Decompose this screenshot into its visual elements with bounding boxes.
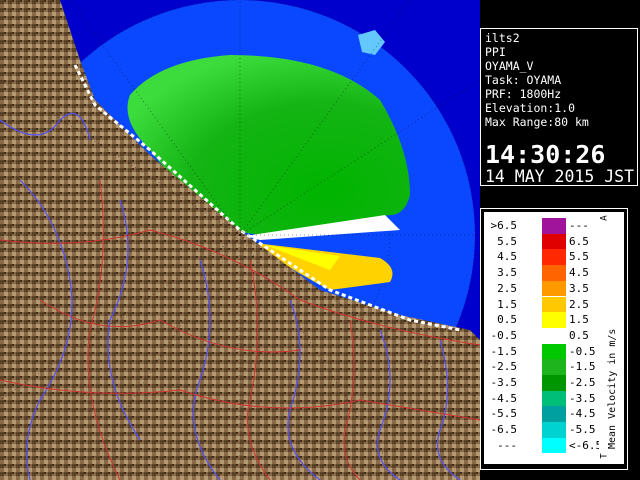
radar-info-panel: ilts2 PPI OYAMA_V Task: OYAMA PRF: 1800H… bbox=[480, 28, 638, 186]
legend-lower-bound: -4.5 bbox=[490, 391, 518, 405]
legend-row: >6.5 --- bbox=[484, 218, 599, 234]
legend-lower-bound: 2.5 bbox=[497, 281, 517, 295]
legend-lower-bound: >6.5 bbox=[490, 219, 518, 232]
legend-row: -5.5 -4.5 bbox=[484, 406, 599, 423]
legend-color-swatch bbox=[542, 312, 566, 328]
legend-upper-bound: <-6.5 bbox=[569, 438, 603, 452]
legend-upper-bound: -1.5 bbox=[569, 360, 596, 374]
info-prf: PRF: 1800Hz bbox=[485, 87, 562, 101]
legend-row: 3.5 4.5 bbox=[484, 265, 599, 281]
legend-lower-bound: -3.5 bbox=[490, 376, 518, 389]
legend-row: 2.5 3.5 bbox=[484, 280, 599, 297]
legend-lower-bound: --- bbox=[497, 438, 517, 452]
legend-lower-bound: 3.5 bbox=[497, 266, 517, 280]
legend-color-swatch bbox=[542, 359, 566, 375]
legend-color-swatch bbox=[542, 218, 566, 234]
legend-row: 1.5 2.5 bbox=[484, 296, 599, 313]
legend-color-swatch bbox=[542, 343, 566, 360]
legend-color-swatch bbox=[542, 265, 566, 281]
legend-color-swatch bbox=[542, 296, 566, 313]
legend-row: -1.5 -0.5 bbox=[484, 343, 599, 360]
legend-row: 5.5 6.5 bbox=[484, 233, 599, 250]
legend-row: 0.5 1.5 bbox=[484, 312, 599, 328]
legend-lower-bound: 1.5 bbox=[497, 297, 517, 311]
legend-row: -6.5 -5.5 bbox=[484, 422, 599, 438]
legend-row: 4.5 5.5 bbox=[484, 249, 599, 266]
legend-color-swatch bbox=[542, 249, 566, 266]
legend-upper-bound: 5.5 bbox=[569, 250, 589, 264]
info-max-range: Max Range:80 km bbox=[485, 115, 589, 129]
legend-row: -3.5 -2.5 bbox=[484, 375, 599, 391]
legend-upper-bound: 1.5 bbox=[569, 313, 589, 327]
legend-color-swatch bbox=[542, 437, 566, 454]
legend-row: -4.5 -3.5 bbox=[484, 390, 599, 407]
legend-lower-bound: 4.5 bbox=[497, 250, 517, 264]
legend-color-swatch bbox=[542, 375, 566, 391]
legend-corner-top: A bbox=[599, 215, 610, 221]
info-time: 14:30:26 bbox=[485, 140, 606, 169]
legend-upper-bound: -3.5 bbox=[569, 391, 596, 405]
legend-color-swatch bbox=[542, 327, 566, 344]
legend-upper-bound: -4.5 bbox=[569, 407, 596, 421]
info-elevation: Elevation:1.0 bbox=[485, 101, 576, 115]
legend-color-swatch bbox=[542, 406, 566, 423]
legend-lower-bound: -2.5 bbox=[490, 360, 518, 374]
legend-color-swatch bbox=[542, 422, 566, 438]
info-date: 14 MAY 2015 JST bbox=[485, 167, 635, 186]
legend-lower-bound: -0.5 bbox=[490, 328, 518, 342]
legend-title: Mean Velocity in m/s bbox=[607, 328, 618, 449]
legend-upper-bound: --- bbox=[569, 219, 589, 232]
info-radar-name: ilts2 bbox=[485, 31, 520, 45]
legend-upper-bound: 0.5 bbox=[569, 328, 589, 342]
legend-upper-bound: 3.5 bbox=[569, 281, 589, 295]
legend-upper-bound: -0.5 bbox=[569, 344, 596, 358]
legend-corner-bottom: T bbox=[599, 453, 610, 459]
velocity-legend: >6.5 --- 5.5 6.5 4.5 5.5 3.5 4.5 2.5 3.5 1.5 2.5 0.5… bbox=[480, 208, 628, 470]
legend-color-swatch bbox=[542, 390, 566, 407]
legend-lower-bound: -1.5 bbox=[490, 344, 518, 358]
legend-color-swatch bbox=[542, 280, 566, 297]
legend-color-swatch bbox=[542, 233, 566, 250]
legend-upper-bound: 2.5 bbox=[569, 297, 589, 311]
info-site: OYAMA_V bbox=[485, 59, 534, 73]
legend-row: -2.5 -1.5 bbox=[484, 359, 599, 375]
legend-upper-bound: -2.5 bbox=[569, 376, 596, 389]
legend-upper-bound: 4.5 bbox=[569, 266, 589, 280]
radar-ppi-map bbox=[0, 0, 480, 480]
legend-lower-bound: 0.5 bbox=[497, 313, 517, 327]
info-product: PPI bbox=[485, 45, 506, 59]
legend-upper-bound: 6.5 bbox=[569, 234, 589, 248]
legend-upper-bound: -5.5 bbox=[569, 423, 596, 437]
legend-lower-bound: -6.5 bbox=[490, 423, 518, 437]
legend-row: -0.5 0.5 bbox=[484, 327, 599, 344]
legend-lower-bound: 5.5 bbox=[497, 234, 517, 248]
legend-scale: >6.5 --- 5.5 6.5 4.5 5.5 3.5 4.5 2.5 3.5 1.5 2.5 0.5… bbox=[484, 212, 603, 464]
legend-row: --- <-6.5 bbox=[484, 437, 603, 454]
info-task: Task: OYAMA bbox=[485, 73, 562, 87]
legend-lower-bound: -5.5 bbox=[490, 407, 518, 421]
